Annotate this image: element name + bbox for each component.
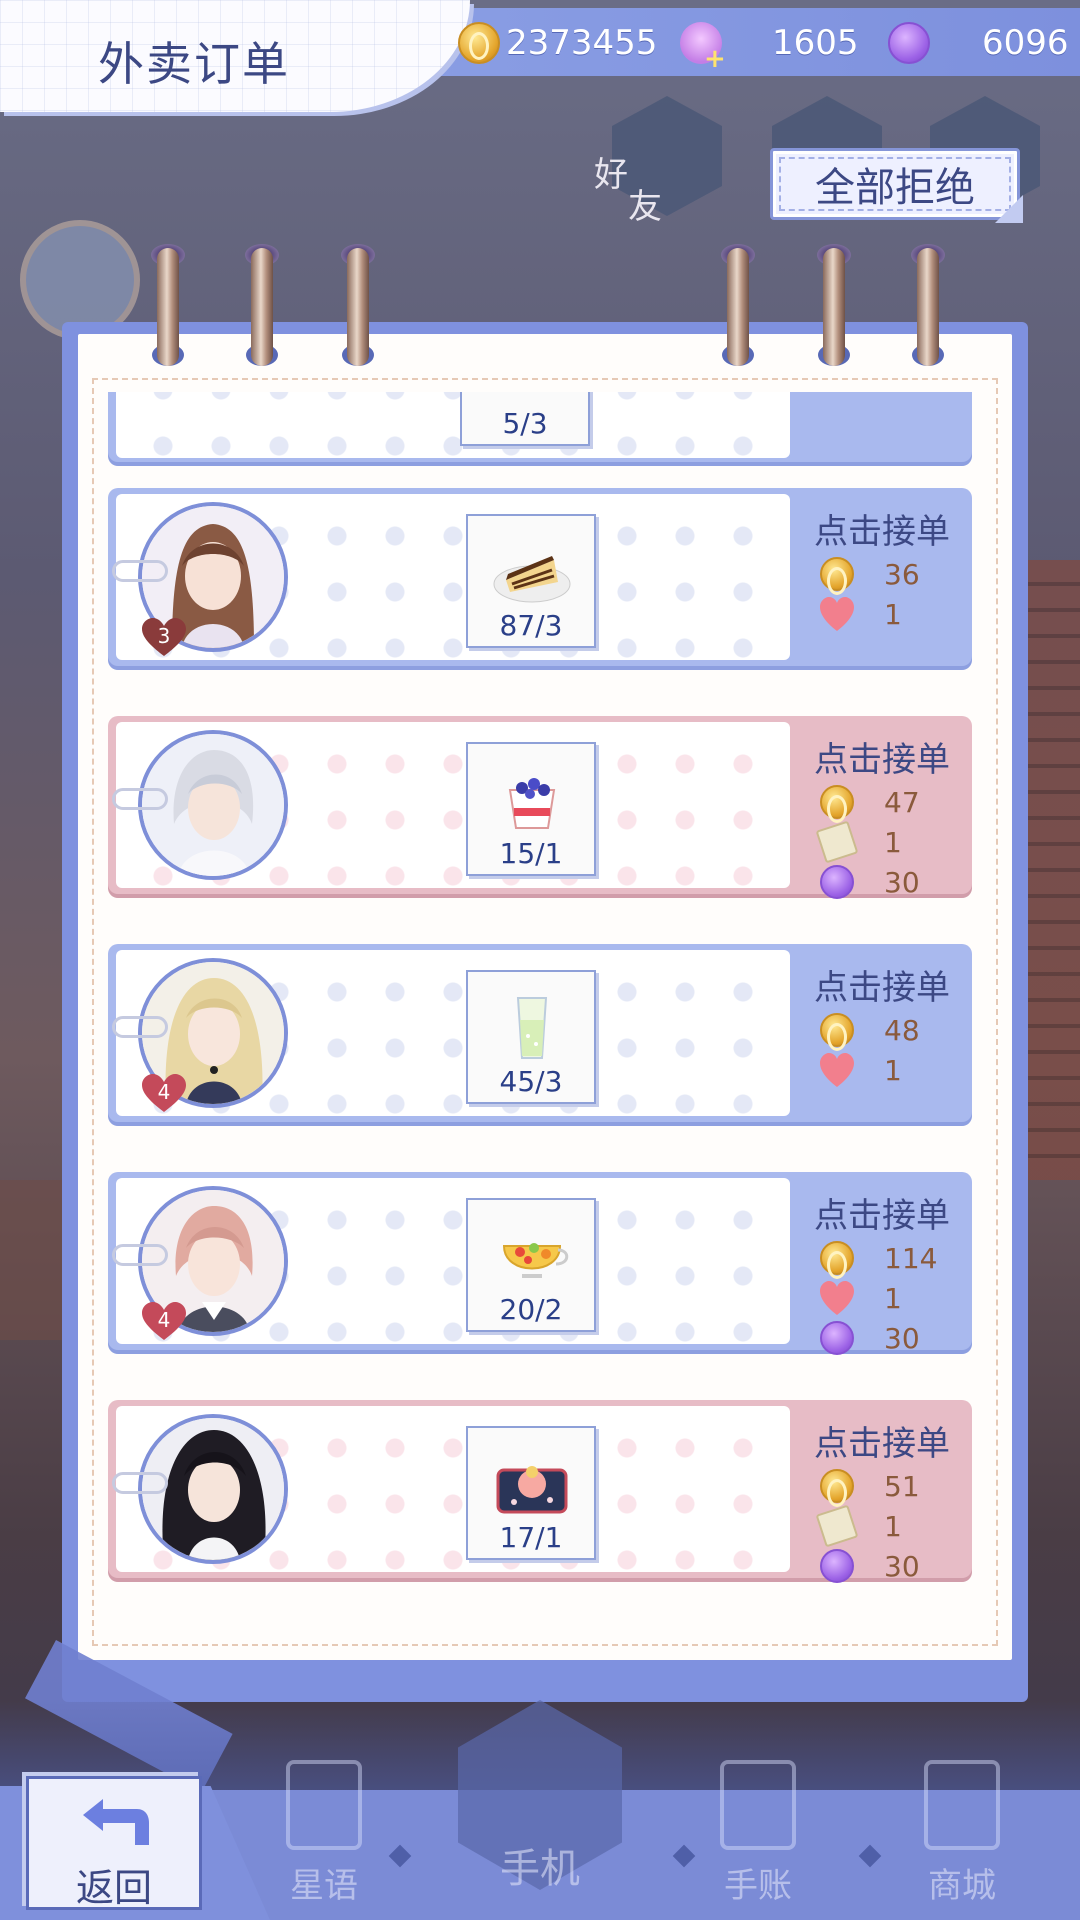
fruit-tea-icon bbox=[502, 1243, 569, 1278]
cards-icon bbox=[286, 1760, 362, 1850]
order-card[interactable]: 15/1 点击接单 47 1 30 bbox=[108, 716, 972, 899]
calendar-icon bbox=[720, 1760, 796, 1850]
nav-item-phone[interactable]: 手机 bbox=[458, 1836, 622, 1894]
heart-icon bbox=[820, 597, 854, 631]
food-item-tile: 87/3 bbox=[466, 514, 596, 648]
order-reward-panel[interactable]: 点击接单 48 1 bbox=[792, 952, 972, 1122]
lemonade-icon bbox=[516, 997, 548, 1059]
order-card-body: 4 45/3 bbox=[112, 950, 790, 1116]
paper-clip-icon bbox=[112, 1016, 168, 1038]
food-item-tile: 17/1 bbox=[466, 1426, 596, 1560]
order-card[interactable]: 17/1 点击接单 51 1 30 bbox=[108, 1400, 972, 1583]
order-card-body: 17/1 bbox=[112, 1406, 790, 1572]
shop-bag-icon bbox=[924, 1760, 1000, 1850]
gold-coin-icon bbox=[820, 1469, 854, 1503]
add-icon[interactable]: + bbox=[704, 44, 726, 74]
gold-coin-icon bbox=[820, 1013, 854, 1047]
gold-coin-icon bbox=[820, 1241, 854, 1275]
paper-clip-icon bbox=[112, 1244, 168, 1266]
back-arrow-icon bbox=[83, 1799, 149, 1845]
star-coin-counter: 6096 bbox=[888, 20, 1069, 66]
order-card-partial[interactable]: 5/3 bbox=[108, 392, 972, 462]
affinity-heart-badge: 4 bbox=[142, 1302, 186, 1342]
accept-order-button[interactable]: 点击接单 bbox=[792, 1416, 972, 1465]
accept-order-button[interactable]: 点击接单 bbox=[792, 960, 972, 1009]
back-button[interactable]: 返回 bbox=[26, 1776, 202, 1910]
reject-all-button[interactable]: 全部拒绝 bbox=[770, 148, 1023, 223]
order-reward-panel[interactable]: 点击接单 47 1 30 bbox=[792, 724, 972, 899]
page-fold-decoration bbox=[995, 195, 1023, 223]
food-item-tile: 45/3 bbox=[466, 970, 596, 1104]
order-card-body: 4 20/2 bbox=[112, 1178, 790, 1344]
cheesecake-icon bbox=[493, 556, 571, 603]
order-card[interactable]: 3 87/3 点击接单 36 1 bbox=[108, 488, 972, 666]
binder-ring bbox=[245, 244, 279, 366]
star-coin-icon bbox=[820, 1549, 854, 1583]
peach-dessert-icon bbox=[496, 1466, 568, 1514]
paper-clip-icon bbox=[112, 560, 168, 582]
order-card[interactable]: 4 20/2 点击接单 114 1 30 bbox=[108, 1172, 972, 1355]
star-coin-icon bbox=[820, 865, 854, 899]
binder-ring bbox=[911, 244, 945, 366]
shelf-decoration bbox=[0, 1180, 70, 1340]
blueberry-pudding-icon bbox=[508, 778, 556, 829]
binder-ring bbox=[721, 244, 755, 366]
binder-ring bbox=[817, 244, 851, 366]
paper-clip-icon bbox=[112, 1472, 168, 1494]
order-reward-panel[interactable]: 点击接单 36 1 bbox=[792, 496, 972, 666]
top-bar: 外卖订单 2373455 1605 + 6096 bbox=[0, 0, 1080, 116]
order-reward-panel[interactable]: 点击接单 51 1 30 bbox=[792, 1408, 972, 1583]
gold-coin-icon bbox=[458, 22, 500, 64]
food-item-tile: 15/1 bbox=[466, 742, 596, 876]
order-reward-panel[interactable]: 点击接单 114 1 30 bbox=[792, 1180, 972, 1355]
food-item-tile: 20/2 bbox=[466, 1198, 596, 1332]
accept-order-button[interactable]: 点击接单 bbox=[792, 732, 972, 781]
paper-clip-icon bbox=[112, 788, 168, 810]
accept-order-button[interactable]: 点击接单 bbox=[792, 504, 972, 553]
gold-coin-icon bbox=[820, 785, 854, 819]
binder-ring bbox=[151, 244, 185, 366]
brick-wall-decoration bbox=[1020, 560, 1080, 1180]
affinity-heart-badge: 4 bbox=[142, 1074, 186, 1114]
heart-icon bbox=[820, 1053, 854, 1087]
gold-coin-counter: 2373455 bbox=[458, 20, 657, 66]
order-card-body: 15/1 bbox=[112, 722, 790, 888]
gold-coin-icon bbox=[820, 557, 854, 591]
ticket-icon bbox=[815, 1504, 859, 1548]
ticket-icon bbox=[815, 820, 859, 864]
accept-order-button[interactable]: 点击接单 bbox=[792, 1188, 972, 1237]
friends-label: 好 友 bbox=[594, 155, 662, 227]
order-card[interactable]: 4 45/3 点击接单 48 1 bbox=[108, 944, 972, 1122]
affinity-heart-badge: 3 bbox=[142, 618, 186, 658]
page-title: 外卖订单 bbox=[98, 37, 290, 91]
order-card-body: 3 87/3 bbox=[112, 494, 790, 660]
star-coin-icon bbox=[888, 22, 930, 64]
star-coin-icon bbox=[820, 1321, 854, 1355]
heart-icon bbox=[820, 1281, 854, 1315]
binder-ring bbox=[341, 244, 375, 366]
